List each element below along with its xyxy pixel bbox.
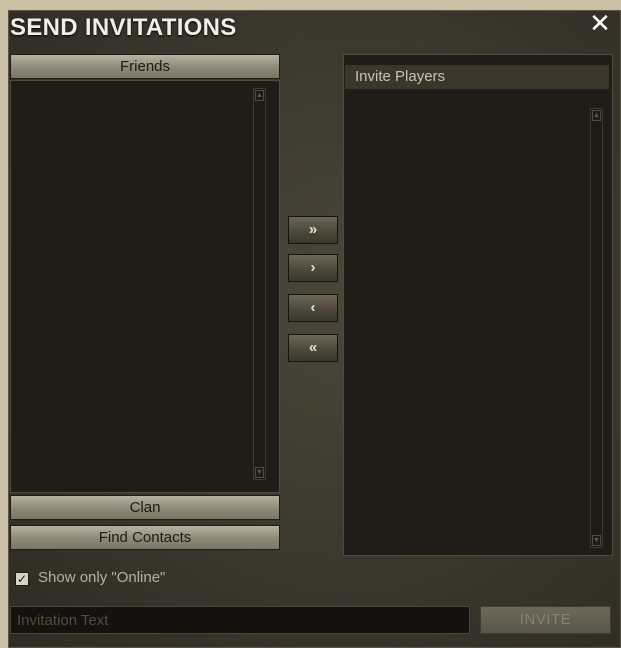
scroll-up-icon[interactable]: ▲ bbox=[255, 90, 264, 101]
invite-players-header: Invite Players bbox=[345, 65, 609, 89]
scroll-down-icon[interactable]: ▼ bbox=[592, 535, 601, 546]
invite-list-scrollbar[interactable]: ▲ ▼ bbox=[590, 108, 603, 548]
show-online-label[interactable]: Show only "Online" bbox=[38, 569, 165, 586]
add-all-button[interactable]: » bbox=[288, 216, 338, 244]
close-icon[interactable]: ✕ bbox=[587, 10, 613, 36]
add-selected-button[interactable]: › bbox=[288, 254, 338, 282]
friends-list[interactable] bbox=[10, 80, 280, 493]
show-online-checkbox[interactable]: ✓ bbox=[15, 572, 29, 586]
scroll-up-icon[interactable]: ▲ bbox=[592, 110, 601, 121]
scroll-down-icon[interactable]: ▼ bbox=[255, 467, 264, 478]
remove-all-button[interactable]: « bbox=[288, 334, 338, 362]
dialog-title: SEND INVITATIONS bbox=[10, 14, 237, 41]
friends-list-scrollbar[interactable]: ▲ ▼ bbox=[253, 88, 266, 480]
friends-tab-button[interactable]: Friends bbox=[10, 54, 280, 79]
find-contacts-button[interactable]: Find Contacts bbox=[10, 525, 280, 550]
invite-players-list[interactable] bbox=[343, 54, 613, 556]
remove-selected-button[interactable]: ‹ bbox=[288, 294, 338, 322]
invite-button[interactable]: INVITE bbox=[480, 606, 611, 634]
clan-tab-button[interactable]: Clan bbox=[10, 495, 280, 520]
invitation-text-input[interactable] bbox=[10, 606, 470, 634]
